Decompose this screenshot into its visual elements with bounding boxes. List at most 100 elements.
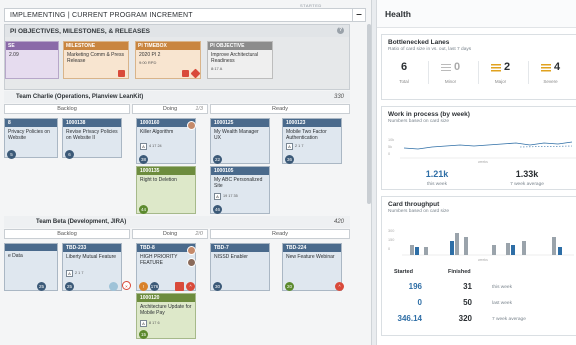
column-backlog[interactable]: Backlog <box>4 104 130 114</box>
column-ready[interactable]: Ready <box>210 104 350 114</box>
card-meta: 8 17 6 <box>149 321 160 325</box>
wip-avg-value: 1.33k <box>515 169 539 179</box>
collapse-button[interactable]: – <box>352 8 366 22</box>
alert-icon: ^ <box>335 282 344 291</box>
bottlenecked-lanes-card[interactable]: Bottlenecked Lanes Ratio of card size in… <box>381 34 576 100</box>
row-label: 7 week average <box>492 317 526 322</box>
avatar[interactable] <box>187 258 196 267</box>
column-doing[interactable]: Doing 1/3 <box>132 104 208 114</box>
lane-title: Team Charlie (Operations, Planview LeanK… <box>16 94 144 100</box>
board-title[interactable]: IMPLEMENTING | CURRENT PROGRAM INCREMENT <box>4 8 354 22</box>
milestone-card[interactable]: MILESTONE Marketing Comm & Press Release <box>63 41 129 79</box>
finished-this-week: 31 <box>463 282 472 291</box>
card-size-badge: 25 <box>65 282 74 291</box>
pi-objective-card[interactable]: PI OBJECTIVE Improve Architectural Readi… <box>207 41 273 79</box>
card-id: 1000138 <box>63 119 121 127</box>
wip-avg-label: 7 week average <box>510 182 544 187</box>
card-title: Revise Privacy Policies on Website II <box>66 129 118 141</box>
column-label: Ready <box>272 106 288 112</box>
card-title: My Wealth Manager UX <box>214 129 259 141</box>
card[interactable]: 1000120 Architecture Update for Mobile P… <box>136 293 196 339</box>
objectives-section-title: PI OBJECTIVES, MILESTONES, & RELEASES <box>10 28 151 35</box>
card[interactable]: TBD-233 Liberty Mutual Feature A 2 1 7 2… <box>62 243 122 291</box>
throughput-subtitle: Numbers based on card size <box>388 209 450 214</box>
card[interactable]: TBD-7 NISSD Enabler 30 <box>210 243 270 291</box>
wip-line-chart <box>400 141 576 159</box>
column-backlog[interactable]: Backlog <box>4 229 130 239</box>
started-last-week: 0 <box>417 298 422 307</box>
card[interactable]: 1000160 Killer Algorithm A 4 17 24 38 <box>136 118 196 164</box>
lane-count: 330 <box>333 94 344 100</box>
board-scrollbar[interactable] <box>367 24 371 204</box>
card-size-badge: 15 <box>139 330 148 339</box>
stat-value: 2 <box>503 61 511 73</box>
card-meta: 19 17 35 <box>223 194 238 198</box>
card-size-badge: 36 <box>285 155 294 164</box>
card[interactable]: 1000138 Revise Privacy Policies on Websi… <box>62 118 122 159</box>
card[interactable]: 1000123 Mobile Two Factor Authentication… <box>282 118 342 164</box>
card-type-icon: A <box>66 270 73 277</box>
tag-icon <box>109 282 118 291</box>
objective-card-tag: SE <box>6 42 58 50</box>
row-label: this week <box>492 285 512 290</box>
stat-label: Major <box>494 79 507 84</box>
card[interactable]: TBD-8 HIGH PRIORITY FEATURE ! 176 ^ <box>136 243 196 291</box>
avatar[interactable] <box>187 246 196 255</box>
card[interactable]: TBD-224 New Feature Webinar 20 ^ <box>282 243 344 291</box>
column-doing[interactable]: Doing 2/0 <box>132 229 208 239</box>
card-title: My ABC Personalized Site <box>214 177 263 189</box>
app-root: STARTED IMPLEMENTING | CURRENT PROGRAM I… <box>0 0 576 345</box>
card-meta: 4 17 24 <box>149 144 162 148</box>
axis-tick: 150 <box>388 238 395 242</box>
axis-tick: 300 <box>388 229 395 233</box>
column-label: Doing <box>162 106 178 112</box>
card-title: Architecture Update for Mobile Pay <box>140 304 192 316</box>
stat-label: Severe <box>543 79 558 84</box>
objectives-section-header[interactable]: PI OBJECTIVES, MILESTONES, & RELEASES ? <box>5 25 349 37</box>
avatar[interactable] <box>187 121 196 130</box>
row-label: last week <box>492 301 512 306</box>
card-id: TBD-233 <box>63 244 121 252</box>
timebox-card[interactable]: PI TIMEBOX 2020 PI 2 9:00 RPD <box>135 41 201 79</box>
pi-objective-card-text: Improve Architectural Readiness <box>211 52 258 64</box>
timebox-card-tag: PI TIMEBOX <box>136 42 200 50</box>
objective-card-text: 2.09 <box>9 52 19 58</box>
axis-tick: 0 <box>388 247 391 251</box>
card[interactable]: 8 Privacy Policies on Website 5 <box>4 118 58 159</box>
throughput-title: Card throughput <box>388 201 440 208</box>
throughput-axis: 300 150 0 <box>388 227 394 254</box>
throughput-card[interactable]: Card throughput Numbers based on card si… <box>381 196 576 336</box>
finished-last-week: 50 <box>463 298 472 307</box>
card-size-badge: 44 <box>139 205 148 214</box>
card[interactable]: e Data 25 <box>4 243 58 291</box>
card-type-icon: A <box>286 143 293 150</box>
card[interactable]: 1000125 My Wealth Manager UX 22 <box>210 118 270 164</box>
wip-title: Work in process (by week) <box>388 111 470 118</box>
card-title: Liberty Mutual Feature <box>66 254 117 260</box>
card[interactable]: 1000105 My ABC Personalized Site A 19 17… <box>210 166 270 214</box>
card-title: Mobile Two Factor Authentication <box>286 129 327 141</box>
card-size-badge: 30 <box>213 282 222 291</box>
card-meta: 2 1 7 <box>295 144 304 148</box>
lane-header-beta[interactable]: Team Beta (Development, JIRA) 420 <box>4 216 350 228</box>
started-average: 346.14 <box>397 314 422 323</box>
wip-subtitle: Numbers based on card size <box>388 119 450 124</box>
column-label: Backlog <box>57 231 77 237</box>
card-size-badge: 20 <box>285 282 294 291</box>
health-title: Health <box>377 0 576 28</box>
column-ready[interactable]: Ready <box>210 229 350 239</box>
kanban-board: STARTED IMPLEMENTING | CURRENT PROGRAM I… <box>0 0 372 345</box>
lane-header-charlie[interactable]: Team Charlie (Operations, Planview LeanK… <box>4 91 350 103</box>
close-icon[interactable]: × <box>122 281 131 290</box>
wip-limit: 2/0 <box>195 231 203 237</box>
card-id: 1000120 <box>137 294 195 302</box>
alert-icon: ^ <box>186 282 195 291</box>
objective-card[interactable]: SE 2.09 <box>5 41 59 79</box>
help-icon[interactable]: ? <box>337 27 344 34</box>
card-id: 1000135 <box>137 167 195 175</box>
axis-tick: 10k <box>388 138 395 142</box>
card[interactable]: 1000135 Right to Deletion 44 <box>136 166 196 214</box>
card-size-badge: 6 <box>65 150 74 159</box>
warning-icon: ! <box>139 282 148 291</box>
wip-card[interactable]: Work in process (by week) Numbers based … <box>381 106 576 190</box>
